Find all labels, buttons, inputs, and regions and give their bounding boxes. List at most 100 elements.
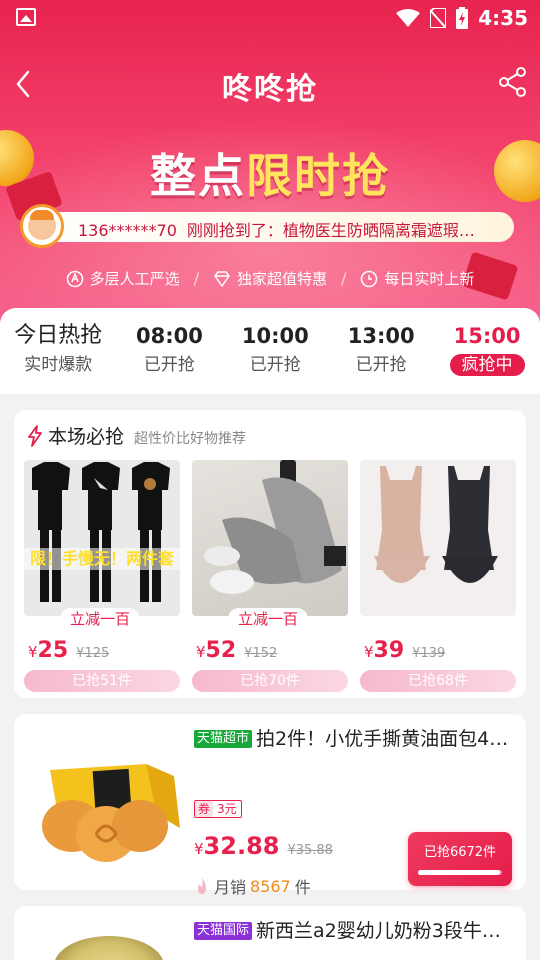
item-info: 天猫国际 新西兰a2婴幼儿奶粉3段牛… <box>194 918 514 944</box>
promo-tag: 立减一百 <box>228 608 309 630</box>
grab-count: 已抢6672件 <box>423 845 497 860</box>
wifi-icon <box>396 9 421 27</box>
flame-icon <box>198 878 206 894</box>
must-grab-section: 本场必抢 超性价比好物推荐 限！手慢无！两件套 立减一百 ¥ 25 ¥125 已… <box>14 410 526 698</box>
product-card[interactable]: ¥ 39 ¥139 已抢68件 <box>360 460 516 692</box>
status-time: 4:35 <box>478 6 528 30</box>
tab-time: 10:00 <box>241 324 309 348</box>
tab-1500[interactable]: 15:00 疯抢中 <box>434 322 540 376</box>
tab-status: 已开抢 <box>249 355 301 375</box>
product-image <box>360 460 516 616</box>
item-title: 天猫国际 新西兰a2婴幼儿奶粉3段牛… <box>194 918 514 944</box>
store-badge: 天猫超市 <box>194 730 253 748</box>
product-price: 39 <box>373 638 405 663</box>
tab-time: 15:00 <box>453 324 521 348</box>
tab-1300[interactable]: 13:00 已开抢 <box>328 322 434 376</box>
product-list-item[interactable]: 天猫超市 拍2件！小优手撕黄油面包4… 券 3元 ¥ 32.88 ¥35.88 月… <box>14 714 526 897</box>
no-sim-icon <box>430 8 447 28</box>
coupon-badge: 券 3元 <box>194 800 242 818</box>
monthly-unit: 件 <box>294 878 311 897</box>
original-price: ¥125 <box>76 646 110 661</box>
page-title: 咚咚抢 <box>222 72 318 107</box>
product-card[interactable]: 限！手慢无！两件套 立减一百 ¥ 25 ¥125 已抢51件 <box>24 460 180 692</box>
share-icon[interactable] <box>496 64 530 100</box>
avatar <box>20 204 64 248</box>
item-price: 32.88 <box>203 832 280 860</box>
product-card[interactable]: 立减一百 ¥ 52 ¥152 已抢70件 <box>192 460 348 692</box>
tab-time: 08:00 <box>135 324 203 348</box>
status-bar: 4:35 <box>0 0 540 36</box>
currency-symbol: ¥ <box>194 840 204 858</box>
item-title-text: 新西兰a2婴幼儿奶粉3段牛… <box>256 920 501 942</box>
feature-strip: 多层人工严选 / 独家超值特惠 / 每日实时上新 <box>0 268 540 289</box>
monthly-sales: 月销 8567 件 <box>194 874 311 898</box>
handpick-icon <box>66 270 83 287</box>
tab-1000[interactable]: 10:00 已开抢 <box>222 322 328 376</box>
tab-status-badge: 疯抢中 <box>449 354 525 376</box>
original-price: ¥139 <box>412 646 446 661</box>
product-image: 限！手慢无！两件套 <box>24 460 180 616</box>
section-subtitle: 超性价比好物推荐 <box>134 431 247 447</box>
feature-item: 独家超值特惠 <box>213 268 327 289</box>
banner-title: 整点限时抢 <box>0 140 540 206</box>
ticker-text: 136******70 刚刚抢到了：植物医生防晒隔离霜遮瑕… <box>78 217 494 241</box>
tab-status: 实时爆款 <box>24 355 93 375</box>
battery-charging-icon <box>456 7 469 29</box>
feature-label: 每日实时上新 <box>384 270 475 288</box>
banner-title-highlight: 限时抢 <box>246 149 390 203</box>
clock-icon <box>361 270 378 287</box>
tab-today-hot[interactable]: 今日热抢 实时爆款 <box>0 322 116 376</box>
item-title-text: 拍2件！小优手撕黄油面包4… <box>256 728 509 750</box>
feature-item: 每日实时上新 <box>360 268 474 289</box>
image-notification-icon <box>16 8 36 26</box>
sold-count-bar: 已抢51件 <box>24 670 180 692</box>
tab-time: 今日热抢 <box>14 323 103 348</box>
feature-label: 独家超值特惠 <box>236 270 327 288</box>
feature-divider: / <box>193 269 199 288</box>
grab-progress-fill <box>418 870 501 875</box>
currency-symbol: ¥ <box>364 643 374 661</box>
currency-symbol: ¥ <box>196 643 206 661</box>
product-list-item[interactable]: 天猫国际 新西兰a2婴幼儿奶粉3段牛… <box>14 906 526 960</box>
promo-tag: 立减一百 <box>60 608 141 630</box>
item-info: 天猫超市 拍2件！小优手撕黄油面包4… 券 3元 ¥ 32.88 ¥35.88 月… <box>194 726 514 897</box>
monthly-count: 8567 <box>250 876 291 896</box>
section-header: 本场必抢 超性价比好物推荐 <box>26 422 246 449</box>
price-row: ¥ 39 ¥139 <box>364 638 445 663</box>
feature-item: 多层人工严选 <box>66 268 180 289</box>
tab-status: 已开抢 <box>355 355 407 375</box>
purchase-ticker: 136******70 刚刚抢到了：植物医生防晒隔离霜遮瑕… <box>20 204 514 248</box>
coupon-value: 3元 <box>217 802 237 816</box>
diamond-icon <box>214 270 230 287</box>
currency-symbol: ¥ <box>28 643 38 661</box>
banner-title-part1: 整点 <box>150 149 246 203</box>
product-price: 52 <box>205 638 237 663</box>
original-price: ¥35.88 <box>287 843 333 858</box>
product-overlay-text: 限！手慢无！两件套 <box>24 548 180 570</box>
price-row: ¥ 25 ¥125 <box>28 638 109 663</box>
time-slot-tabs: 今日热抢 实时爆款 08:00 已开抢 10:00 已开抢 13:00 已开抢 … <box>0 308 540 394</box>
tab-0800[interactable]: 08:00 已开抢 <box>116 322 222 376</box>
grab-button[interactable]: 已抢6672件 <box>408 832 512 886</box>
sold-count-bar: 已抢68件 <box>360 670 516 692</box>
tab-status: 已开抢 <box>143 355 195 375</box>
sold-count-bar: 已抢70件 <box>192 670 348 692</box>
grab-progress-bar <box>418 870 502 875</box>
feature-label: 多层人工严选 <box>89 270 180 288</box>
item-title: 天猫超市 拍2件！小优手撕黄油面包4… <box>194 726 514 752</box>
product-image <box>192 460 348 616</box>
tab-time: 13:00 <box>347 324 415 348</box>
product-price: 25 <box>37 638 69 663</box>
ticker-message: 刚刚抢到了：植物医生防晒隔离霜遮瑕… <box>186 221 475 240</box>
store-badge: 天猫国际 <box>194 922 253 940</box>
price-row: ¥ 32.88 ¥35.88 <box>194 832 333 860</box>
lightning-icon <box>28 424 42 447</box>
original-price: ¥152 <box>244 646 278 661</box>
feature-divider: / <box>341 269 347 288</box>
monthly-label: 月销 <box>214 878 247 897</box>
product-image <box>54 936 164 960</box>
ticker-user: 136******70 <box>78 221 177 240</box>
coupon-label: 券 <box>195 801 214 817</box>
product-image <box>42 764 180 862</box>
hero-banner: 4:35 咚咚抢 整点限时抢 136******70 刚刚抢到了：植物医生防晒隔离… <box>0 0 540 330</box>
